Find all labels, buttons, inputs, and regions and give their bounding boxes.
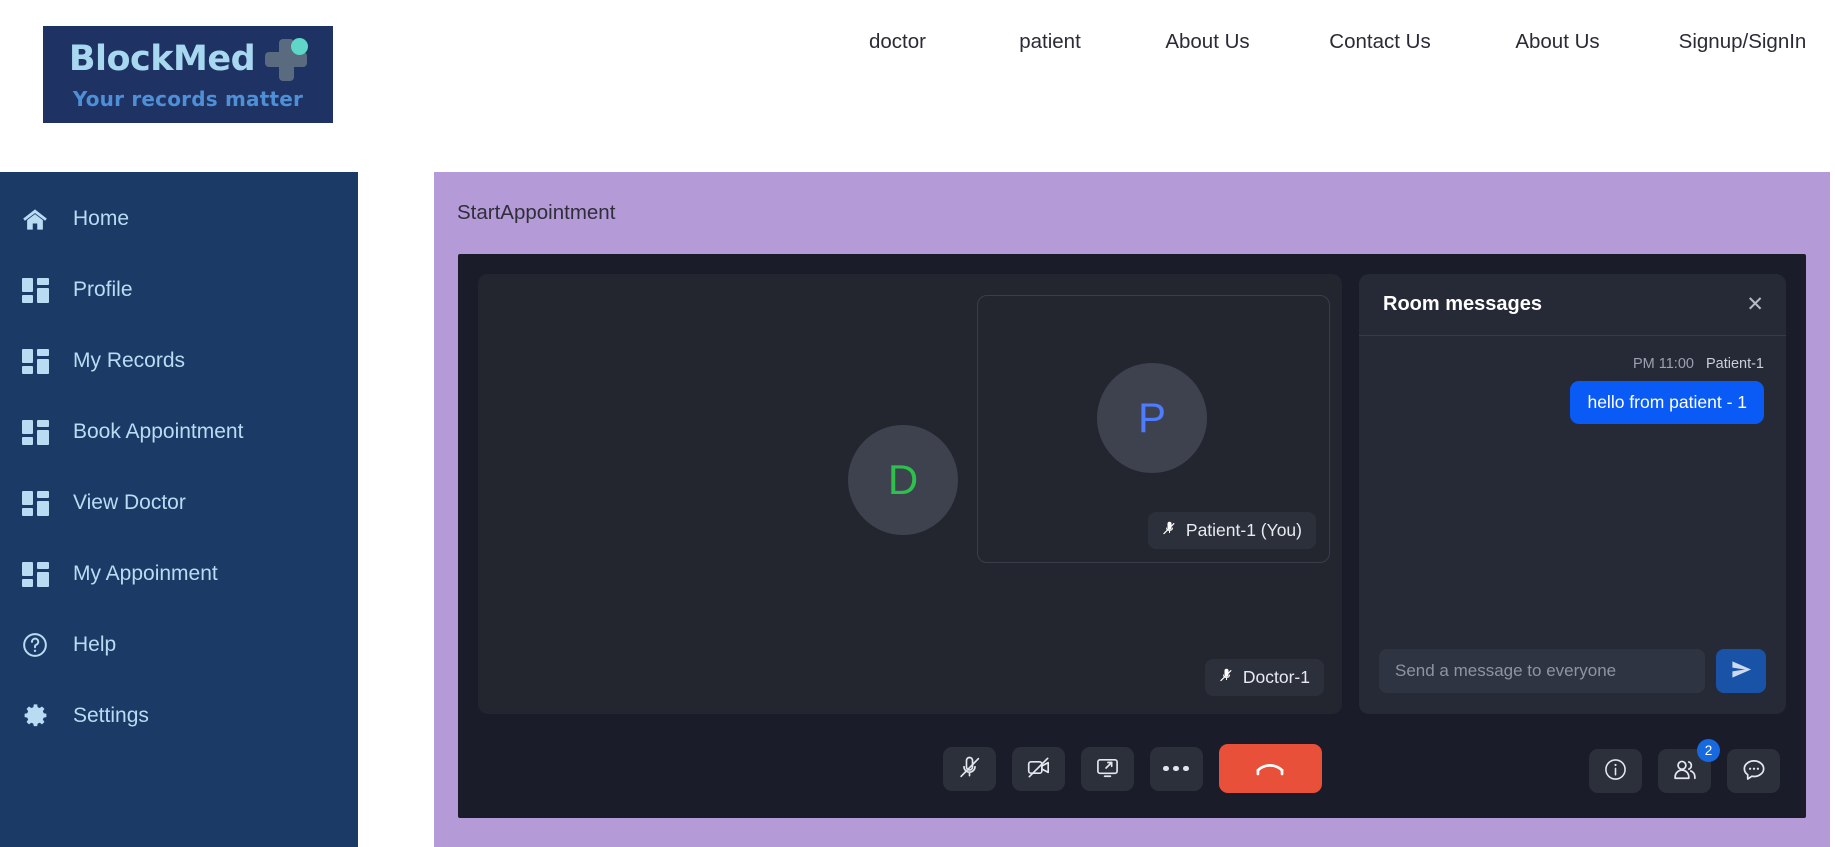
participants-button-wrapper: 2	[1658, 739, 1720, 793]
grid-icon	[17, 275, 53, 305]
self-nameplate: Patient-1 (You)	[1147, 512, 1316, 549]
grid-icon	[17, 417, 53, 447]
more-options-button[interactable]	[1149, 746, 1203, 791]
chat-message-input[interactable]	[1379, 649, 1705, 693]
brand-tagline: Your records matter	[72, 86, 304, 111]
remote-nameplate: Doctor-1	[1204, 659, 1324, 696]
phone-hangup-icon	[1253, 750, 1287, 787]
nav-item-signup-signin[interactable]: Signup/SignIn	[1645, 30, 1835, 54]
chat-message-author: Patient-1	[1705, 356, 1764, 372]
send-paper-plane-icon	[1730, 658, 1753, 684]
nav-item-doctor[interactable]: doctor	[820, 30, 975, 54]
mic-off-button[interactable]	[942, 746, 996, 791]
info-circle-icon	[1603, 757, 1628, 785]
grid-icon	[17, 488, 53, 518]
participants-count-badge: 2	[1697, 739, 1720, 762]
sidebar-label: View Doctor	[73, 491, 186, 514]
grid-icon	[17, 346, 53, 376]
logo-row: BlockMed	[68, 37, 309, 81]
avatar-doctor: D	[848, 425, 958, 535]
chat-panel: Room messages ✕ PM 11:00 Patient-1 hello…	[1359, 274, 1786, 714]
microphone-off-icon	[1219, 666, 1234, 689]
screen-share-icon	[1095, 755, 1120, 783]
camera-off-icon	[1026, 755, 1051, 783]
top-bar: BlockMed Your records matter doctor pati…	[0, 0, 1835, 172]
chat-message-time: PM 11:00	[1632, 356, 1694, 372]
video-meeting-container: D P Patient-1 (You) Doctor-1 Room messag…	[458, 254, 1806, 818]
sidebar-item-settings[interactable]: Settings	[0, 695, 358, 737]
sidebar: Home Profile My Records Book Appointment…	[0, 172, 358, 847]
end-call-button[interactable]	[1218, 744, 1322, 793]
sidebar-label: Home	[73, 207, 130, 230]
people-icon	[1672, 757, 1698, 786]
main-video-tile[interactable]: D P Patient-1 (You) Doctor-1	[478, 274, 1342, 714]
sidebar-item-my-appoinment[interactable]: My Appoinment	[0, 553, 358, 595]
ellipsis-icon	[1163, 765, 1189, 772]
sidebar-item-help[interactable]: Help	[0, 624, 358, 666]
sidebar-label: My Appoinment	[73, 562, 218, 585]
microphone-off-icon	[1162, 519, 1177, 542]
main-navigation: doctor patient About Us Contact Us About…	[820, 30, 1835, 54]
chat-toggle-button[interactable]	[1727, 749, 1780, 793]
home-icon	[17, 204, 53, 234]
send-message-button[interactable]	[1716, 649, 1766, 693]
chat-composer	[1359, 628, 1786, 714]
sidebar-item-view-doctor[interactable]: View Doctor	[0, 482, 358, 524]
microphone-off-icon	[957, 755, 982, 783]
chat-message-bubble: hello from patient - 1	[1570, 381, 1764, 424]
close-icon[interactable]: ✕	[1746, 294, 1764, 315]
sidebar-label: Book Appointment	[73, 420, 244, 443]
chat-message-list: PM 11:00 Patient-1 hello from patient - …	[1359, 336, 1786, 628]
self-video-tile[interactable]: P Patient-1 (You)	[977, 295, 1330, 563]
medical-cross-icon	[265, 37, 309, 81]
sidebar-item-home[interactable]: Home	[0, 198, 358, 240]
remote-name-label: Doctor-1	[1242, 667, 1310, 687]
sidebar-item-book-appointment[interactable]: Book Appointment	[0, 411, 358, 453]
self-name-label: Patient-1 (You)	[1185, 520, 1302, 540]
chat-title: Room messages	[1383, 293, 1542, 315]
chat-message: PM 11:00 Patient-1 hello from patient - …	[1381, 356, 1764, 424]
info-button[interactable]	[1589, 749, 1642, 793]
chat-toggle-wrapper	[1727, 749, 1780, 793]
sidebar-label: Help	[73, 633, 117, 656]
main-content: StartAppointment D P Patient-1 (You) Doc…	[434, 172, 1830, 847]
grid-icon	[17, 559, 53, 589]
share-screen-button[interactable]	[1080, 746, 1134, 791]
sidebar-label: Profile	[73, 278, 133, 301]
brand-name: BlockMed	[68, 39, 256, 79]
nav-item-patient[interactable]: patient	[975, 30, 1125, 54]
camera-off-button[interactable]	[1011, 746, 1065, 791]
avatar-patient: P	[1097, 363, 1207, 473]
chat-message-row: hello from patient - 1	[1381, 381, 1764, 424]
nav-item-contact-us[interactable]: Contact Us	[1290, 30, 1470, 54]
gear-icon	[17, 701, 53, 731]
help-circle-icon	[17, 630, 53, 660]
sidebar-item-my-records[interactable]: My Records	[0, 340, 358, 382]
chat-bubble-icon	[1741, 757, 1767, 786]
brand-logo[interactable]: BlockMed Your records matter	[43, 26, 333, 123]
chat-message-meta: PM 11:00 Patient-1	[1381, 356, 1764, 372]
nav-item-about-us-2[interactable]: About Us	[1470, 30, 1645, 54]
sidebar-label: My Records	[73, 349, 186, 372]
sidebar-label: Settings	[73, 704, 149, 727]
nav-item-about-us[interactable]: About Us	[1125, 30, 1290, 54]
sidebar-item-profile[interactable]: Profile	[0, 269, 358, 311]
meeting-side-controls: 2	[1589, 739, 1780, 793]
info-button-wrapper	[1589, 749, 1642, 793]
chat-header: Room messages ✕	[1359, 274, 1786, 336]
page-title: StartAppointment	[457, 201, 616, 224]
